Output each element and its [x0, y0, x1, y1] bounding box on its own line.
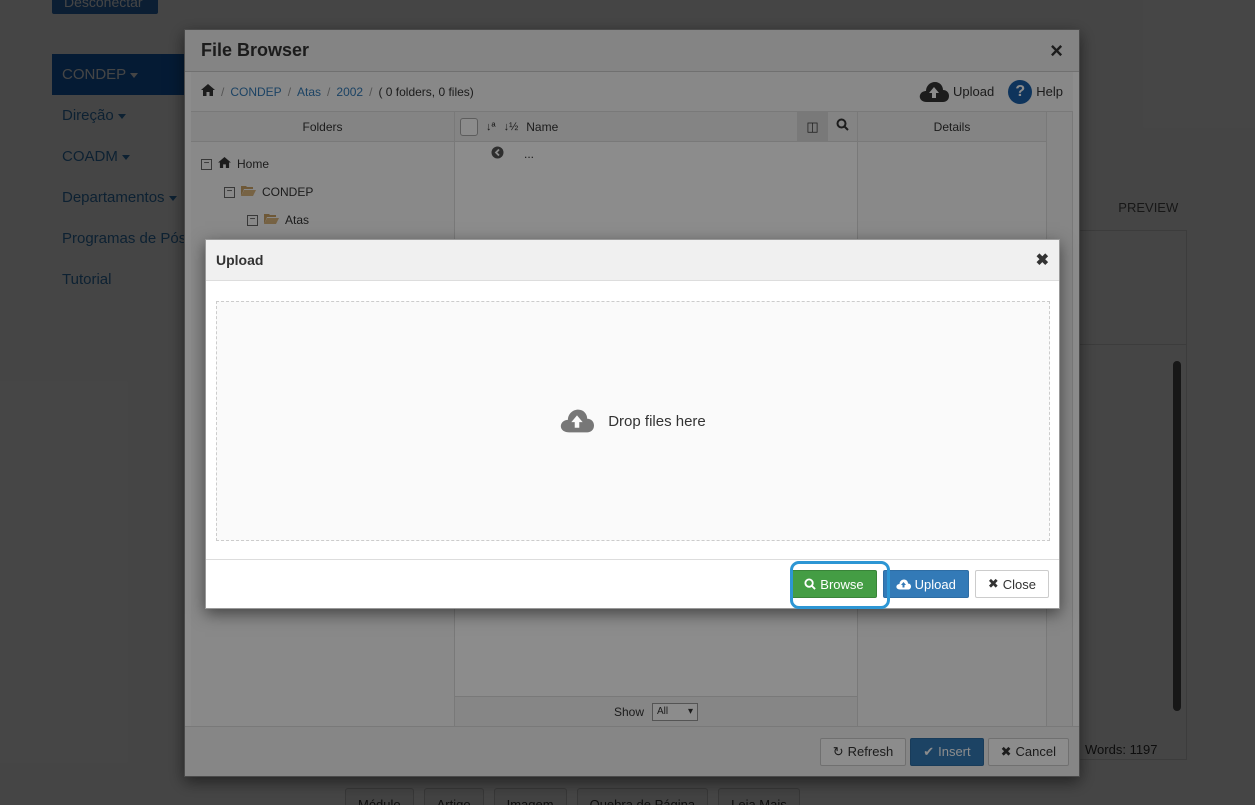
close-button[interactable]: ✖ Close — [974, 570, 1049, 598]
upload-title: Upload — [216, 252, 264, 268]
cloud-upload-icon — [896, 579, 911, 589]
close-icon: ✖ — [987, 576, 999, 591]
close-icon[interactable]: ✖ — [1036, 250, 1049, 270]
drop-zone[interactable]: Drop files here — [216, 301, 1050, 541]
cloud-upload-icon — [561, 409, 595, 433]
upload-button[interactable]: Upload — [882, 570, 969, 598]
drop-text: Drop files here — [608, 412, 706, 430]
search-icon — [804, 578, 817, 590]
upload-dialog: Upload ✖ Drop files here Browse Upload ✖… — [205, 239, 1060, 609]
upload-titlebar: Upload ✖ — [206, 240, 1059, 281]
upload-label: Upload — [914, 576, 956, 592]
browse-button[interactable]: Browse — [791, 570, 877, 598]
close-label: Close — [1002, 576, 1036, 592]
browse-label: Browse — [820, 576, 864, 592]
upload-footer: Browse Upload ✖ Close — [206, 559, 1059, 608]
